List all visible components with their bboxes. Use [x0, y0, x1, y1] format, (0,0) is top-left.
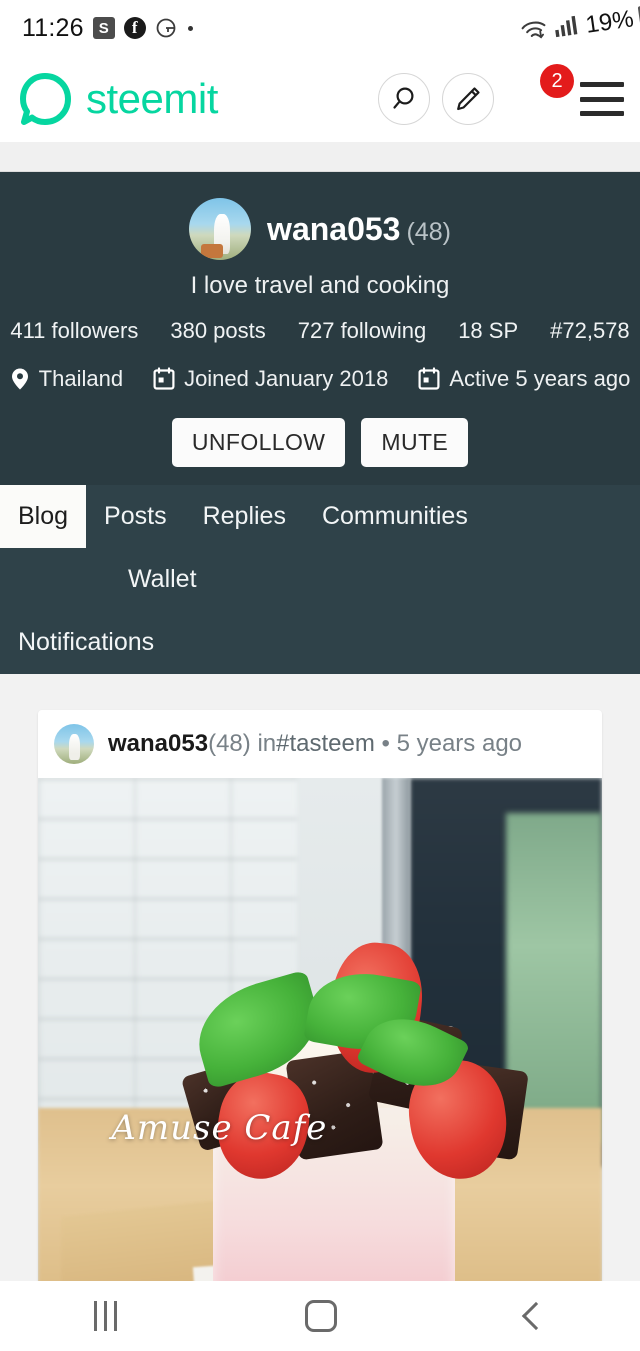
- status-bar-left: 11:26 S f: [22, 14, 193, 43]
- hamburger-menu-icon[interactable]: [580, 82, 624, 116]
- profile-username: wana053: [267, 210, 401, 247]
- stat-steem-power: 18 SP: [458, 318, 519, 343]
- profile-name-group: wana053 (48): [267, 211, 451, 248]
- search-icon[interactable]: [378, 73, 430, 125]
- tab-wallet[interactable]: Wallet: [110, 548, 215, 611]
- post-author-name[interactable]: wana053: [108, 730, 208, 757]
- profile-reputation: (48): [406, 217, 451, 246]
- tab-communities[interactable]: Communities: [304, 485, 486, 548]
- profile-meta: Thailand Joined January 2018 Active 5 ye…: [0, 366, 640, 392]
- unfollow-button[interactable]: UNFOLLOW: [171, 418, 346, 467]
- profile-stats: 411 followers 380 posts 727 following 18…: [0, 318, 640, 344]
- android-nav-bar: [0, 1281, 640, 1351]
- status-bar-right: 19%: [520, 5, 640, 40]
- avatar[interactable]: 2: [508, 64, 574, 126]
- back-icon[interactable]: [521, 1301, 550, 1331]
- phone-screen: 11:26 S f 19% steemit 2 wana053 (48) I l…: [0, 0, 640, 1351]
- tab-notifications[interactable]: Notifications: [0, 611, 172, 674]
- post-community-tag[interactable]: #tasteem: [276, 730, 375, 757]
- post-card[interactable]: wana053(48) in#tasteem • 5 years ago Amu…: [38, 710, 602, 1281]
- mute-button[interactable]: MUTE: [361, 418, 469, 467]
- stat-rank: #72,578: [550, 318, 630, 343]
- google-icon: [155, 17, 177, 39]
- profile-active-label: Active 5 years ago: [449, 366, 631, 391]
- notification-badge[interactable]: 2: [540, 64, 574, 98]
- profile-joined-label: Joined January 2018: [184, 366, 389, 391]
- pencil-icon[interactable]: [442, 73, 494, 125]
- stat-posts[interactable]: 380 posts: [154, 318, 281, 344]
- tab-blog[interactable]: Blog: [0, 485, 87, 548]
- post-author-avatar[interactable]: [54, 724, 94, 764]
- image-watermark: Amuse Cafe: [111, 1108, 328, 1149]
- calendar-icon: [153, 367, 175, 390]
- header-divider: [0, 142, 640, 172]
- post-byline: wana053(48) in#tasteem • 5 years ago: [108, 730, 522, 758]
- post-timestamp: 5 years ago: [396, 730, 523, 757]
- status-time: 11:26: [22, 13, 84, 42]
- post-author-reputation: (48): [208, 730, 251, 757]
- profile-actions: UNFOLLOW MUTE: [0, 418, 640, 467]
- post-separator: •: [381, 730, 390, 757]
- stat-following[interactable]: 727 following: [282, 318, 442, 344]
- brand-logo[interactable]: steemit: [18, 72, 218, 126]
- profile-header: wana053 (48) I love travel and cooking 41…: [0, 172, 640, 485]
- dot-icon: [187, 25, 193, 31]
- stat-followers[interactable]: 411 followers: [0, 318, 154, 344]
- post-header: wana053(48) in#tasteem • 5 years ago: [38, 710, 602, 778]
- profile-active: Active 5 years ago: [418, 366, 630, 392]
- profile-avatar[interactable]: [189, 198, 252, 260]
- profile-identity: wana053 (48): [0, 198, 640, 260]
- steemit-logo-icon: [18, 72, 72, 126]
- profile-bio: I love travel and cooking: [190, 272, 450, 299]
- recent-apps-icon[interactable]: [94, 1301, 118, 1331]
- post-in-label: in: [257, 730, 277, 757]
- brand-name: steemit: [86, 75, 218, 122]
- profile-tabs: Blog Posts Replies Communities Wallet No…: [0, 485, 640, 674]
- profile-location: Thailand: [10, 366, 123, 392]
- app-header: steemit 2: [0, 56, 640, 142]
- feed-content: wana053(48) in#tasteem • 5 years ago Amu…: [0, 674, 640, 1281]
- status-bar: 11:26 S f 19%: [0, 0, 640, 56]
- battery-percent: 19%: [583, 5, 636, 39]
- steemit-s-icon: S: [92, 17, 115, 39]
- signal-bars-icon: [552, 13, 580, 45]
- facebook-icon: f: [123, 17, 146, 39]
- tab-replies[interactable]: Replies: [185, 485, 304, 548]
- location-pin-icon: [11, 368, 28, 390]
- profile-location-label: Thailand: [38, 366, 124, 391]
- calendar-icon: [418, 367, 440, 390]
- tabs-second-row: Notifications: [0, 611, 640, 674]
- wifi-icon: [518, 17, 550, 50]
- profile-joined: Joined January 2018: [153, 366, 388, 392]
- post-image[interactable]: Amuse Cafe: [38, 778, 602, 1281]
- header-actions: 2: [378, 64, 624, 126]
- tab-posts[interactable]: Posts: [86, 485, 185, 548]
- home-icon[interactable]: [305, 1300, 338, 1332]
